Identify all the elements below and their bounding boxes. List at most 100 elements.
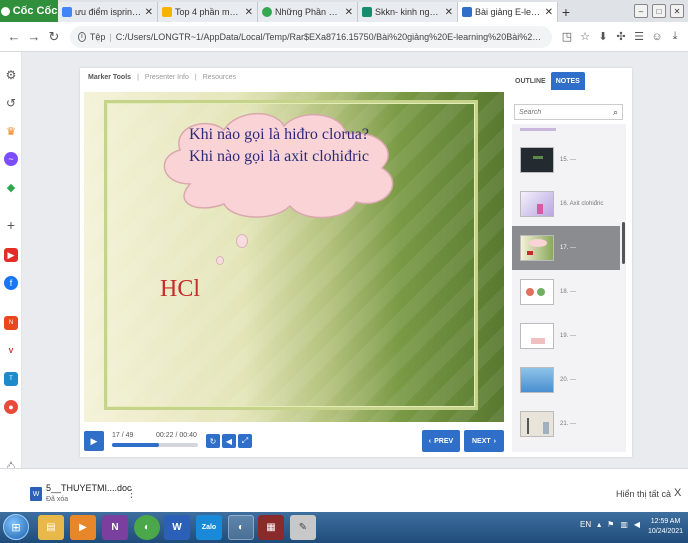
thumbnail-label: 17. --- [560, 245, 577, 251]
thumbnail-20[interactable]: 20. --- [512, 358, 620, 402]
next-button[interactable]: NEXT › [464, 430, 504, 452]
thumbnail-18[interactable]: 18. --- [512, 270, 620, 314]
forward-arrow-icon[interactable]: → [24, 27, 44, 47]
add-icon[interactable]: + [4, 217, 18, 233]
slide-thumbnail-list: 15. --- 16. Axit clohiđric 17. --- 18. -… [512, 124, 626, 452]
tab-0[interactable]: ưu điểm ispring 9 để tải ✕ [58, 2, 158, 22]
minimize-icon[interactable]: – [634, 4, 648, 18]
panel-tabs: OUTLINE NOTES [510, 72, 585, 90]
crown-icon[interactable]: ♛ [4, 124, 18, 138]
extensions-icon[interactable]: ✣ [612, 28, 630, 46]
profile-icon[interactable]: ☺ [648, 28, 666, 46]
winrar-icon[interactable]: ▦ [258, 515, 284, 540]
paint-icon[interactable]: ✎ [290, 515, 316, 540]
settings-icon[interactable]: ⚙ [4, 68, 18, 82]
language-indicator[interactable]: EN [580, 520, 591, 529]
thumbnail-image [520, 323, 554, 349]
thumbnail-15[interactable]: 15. --- [512, 138, 620, 182]
close-icon[interactable]: ✕ [445, 7, 453, 18]
menu-icon[interactable]: ☰ [630, 28, 648, 46]
tab-2[interactable]: Những Phần mềm soạn ✕ [258, 2, 358, 22]
thumbnail-17[interactable]: 17. --- [512, 226, 620, 270]
download-menu-icon[interactable]: ⋮ [126, 487, 137, 500]
downloads-icon[interactable]: ⤓ [666, 28, 684, 46]
star-icon[interactable]: ☆ [576, 28, 594, 46]
thumbnail-image [520, 279, 554, 305]
fullscreen-icon[interactable]: ⤢ [238, 434, 252, 448]
clock[interactable]: 12:59 AM 10/24/2021 [648, 517, 683, 537]
download-save-icon[interactable]: ⬇ [594, 28, 612, 46]
tab-outline[interactable]: OUTLINE [510, 72, 551, 90]
cloud-question: Khi nào gọi là hiđro clorua? Khi nào gọi… [189, 126, 369, 165]
close-icon[interactable]: ✕ [345, 7, 353, 18]
info-icon[interactable]: i [78, 31, 86, 42]
tab-marker-tools[interactable]: Marker Tools [88, 74, 131, 81]
messenger-icon[interactable]: ~ [4, 152, 18, 166]
thumbnail-16[interactable]: 16. Axit clohiđric [512, 182, 620, 226]
browser-logo[interactable]: Cốc Cốc [0, 0, 58, 22]
url-field[interactable]: i Tệp | C:/Users/LONGTR~1/AppData/Local/… [70, 25, 552, 48]
tray-arrow-icon[interactable]: ▴ [597, 520, 601, 529]
close-icon[interactable]: ✕ [545, 7, 553, 18]
word-icon[interactable]: W [164, 515, 190, 540]
map-icon[interactable]: ● [4, 400, 18, 414]
thumbnail-image [520, 191, 554, 217]
tab-divider: | [194, 74, 197, 81]
translate-icon[interactable]: ◳ [558, 28, 576, 46]
zalo-icon[interactable]: Zalo [196, 515, 222, 540]
tab-4[interactable]: Bài giảng E-learning Bài ✕ [458, 2, 558, 22]
play-button[interactable]: ▶ [84, 431, 104, 451]
close-icon[interactable]: ✕ [245, 7, 253, 18]
tab-3[interactable]: Skkn- kinh nghiệm lựa ✕ [358, 2, 458, 22]
reload-icon[interactable]: ↻ [44, 27, 64, 47]
file-explorer-icon[interactable]: ▤ [38, 515, 64, 540]
search-box[interactable]: ⌕ [514, 104, 623, 120]
game-icon[interactable]: ◆ [4, 180, 18, 194]
tab-resources[interactable]: Resources [203, 74, 236, 81]
url-prefix: Tệp [89, 31, 106, 42]
onenote-icon[interactable]: N [102, 515, 128, 540]
tab-divider: | [137, 74, 139, 81]
close-icon[interactable]: ✕ [145, 7, 153, 18]
replay-icon[interactable]: ↻ [206, 434, 220, 448]
google-icon [62, 7, 72, 17]
history-icon[interactable]: ↺ [4, 96, 18, 110]
thumbnail-scrollbar[interactable] [622, 222, 625, 264]
download-filename[interactable]: 5__THUYETMI....doc [46, 483, 132, 493]
browser-name: Cốc Cốc [12, 5, 58, 17]
vtv-icon[interactable]: V [4, 344, 18, 358]
search-input[interactable] [519, 108, 613, 116]
tv-icon[interactable]: T [4, 372, 18, 386]
tab-1[interactable]: Top 4 phần mềm E.Learning ✕ [158, 2, 258, 22]
coccoc-taskbar-icon[interactable]: ◐ [134, 515, 160, 540]
news-icon[interactable]: N [4, 316, 18, 330]
network-icon[interactable]: ▥ [620, 520, 628, 529]
close-window-icon[interactable]: ✕ [670, 4, 684, 18]
search-icon[interactable]: ⌕ [613, 107, 618, 118]
prev-label: PREV [434, 437, 454, 445]
tab-notes[interactable]: NOTES [550, 72, 585, 90]
prev-button[interactable]: ‹ PREV [422, 430, 460, 452]
thumbnail-21[interactable]: 21. --- [512, 402, 620, 446]
flag-icon[interactable]: ⚑ [607, 520, 614, 529]
url-separator: | [109, 31, 112, 42]
thumbnail-19[interactable]: 19. --- [512, 314, 620, 358]
maximize-icon[interactable]: □ [652, 4, 666, 18]
show-all-link[interactable]: Hiển thị tất cả [616, 489, 671, 499]
youtube-icon[interactable]: ▶ [4, 248, 18, 262]
back-arrow-icon[interactable]: ← [4, 27, 24, 47]
doc-icon [362, 7, 372, 17]
outline-notes-panel: OUTLINE NOTES ⌕ 15. --- 16. Axit clohiđr… [510, 68, 632, 457]
progress-bar[interactable] [112, 443, 198, 447]
slide-canvas: Khi nào gọi là hiđro clorua? Khi nào gọi… [84, 92, 504, 422]
site-icon [262, 7, 272, 17]
volume-icon[interactable]: ◀ [222, 434, 236, 448]
close-download-bar-button[interactable]: X [674, 487, 681, 499]
media-player-icon[interactable]: ▶ [70, 515, 96, 540]
tab-presenter-info[interactable]: Presenter Info [145, 74, 189, 81]
start-button[interactable]: ⊞ [3, 514, 29, 540]
volume-tray-icon[interactable]: ◀ [634, 520, 640, 529]
facebook-icon[interactable]: f [4, 276, 18, 290]
coccoc-active-icon[interactable]: ◐ [228, 515, 254, 540]
new-tab-button[interactable]: + [558, 2, 574, 22]
